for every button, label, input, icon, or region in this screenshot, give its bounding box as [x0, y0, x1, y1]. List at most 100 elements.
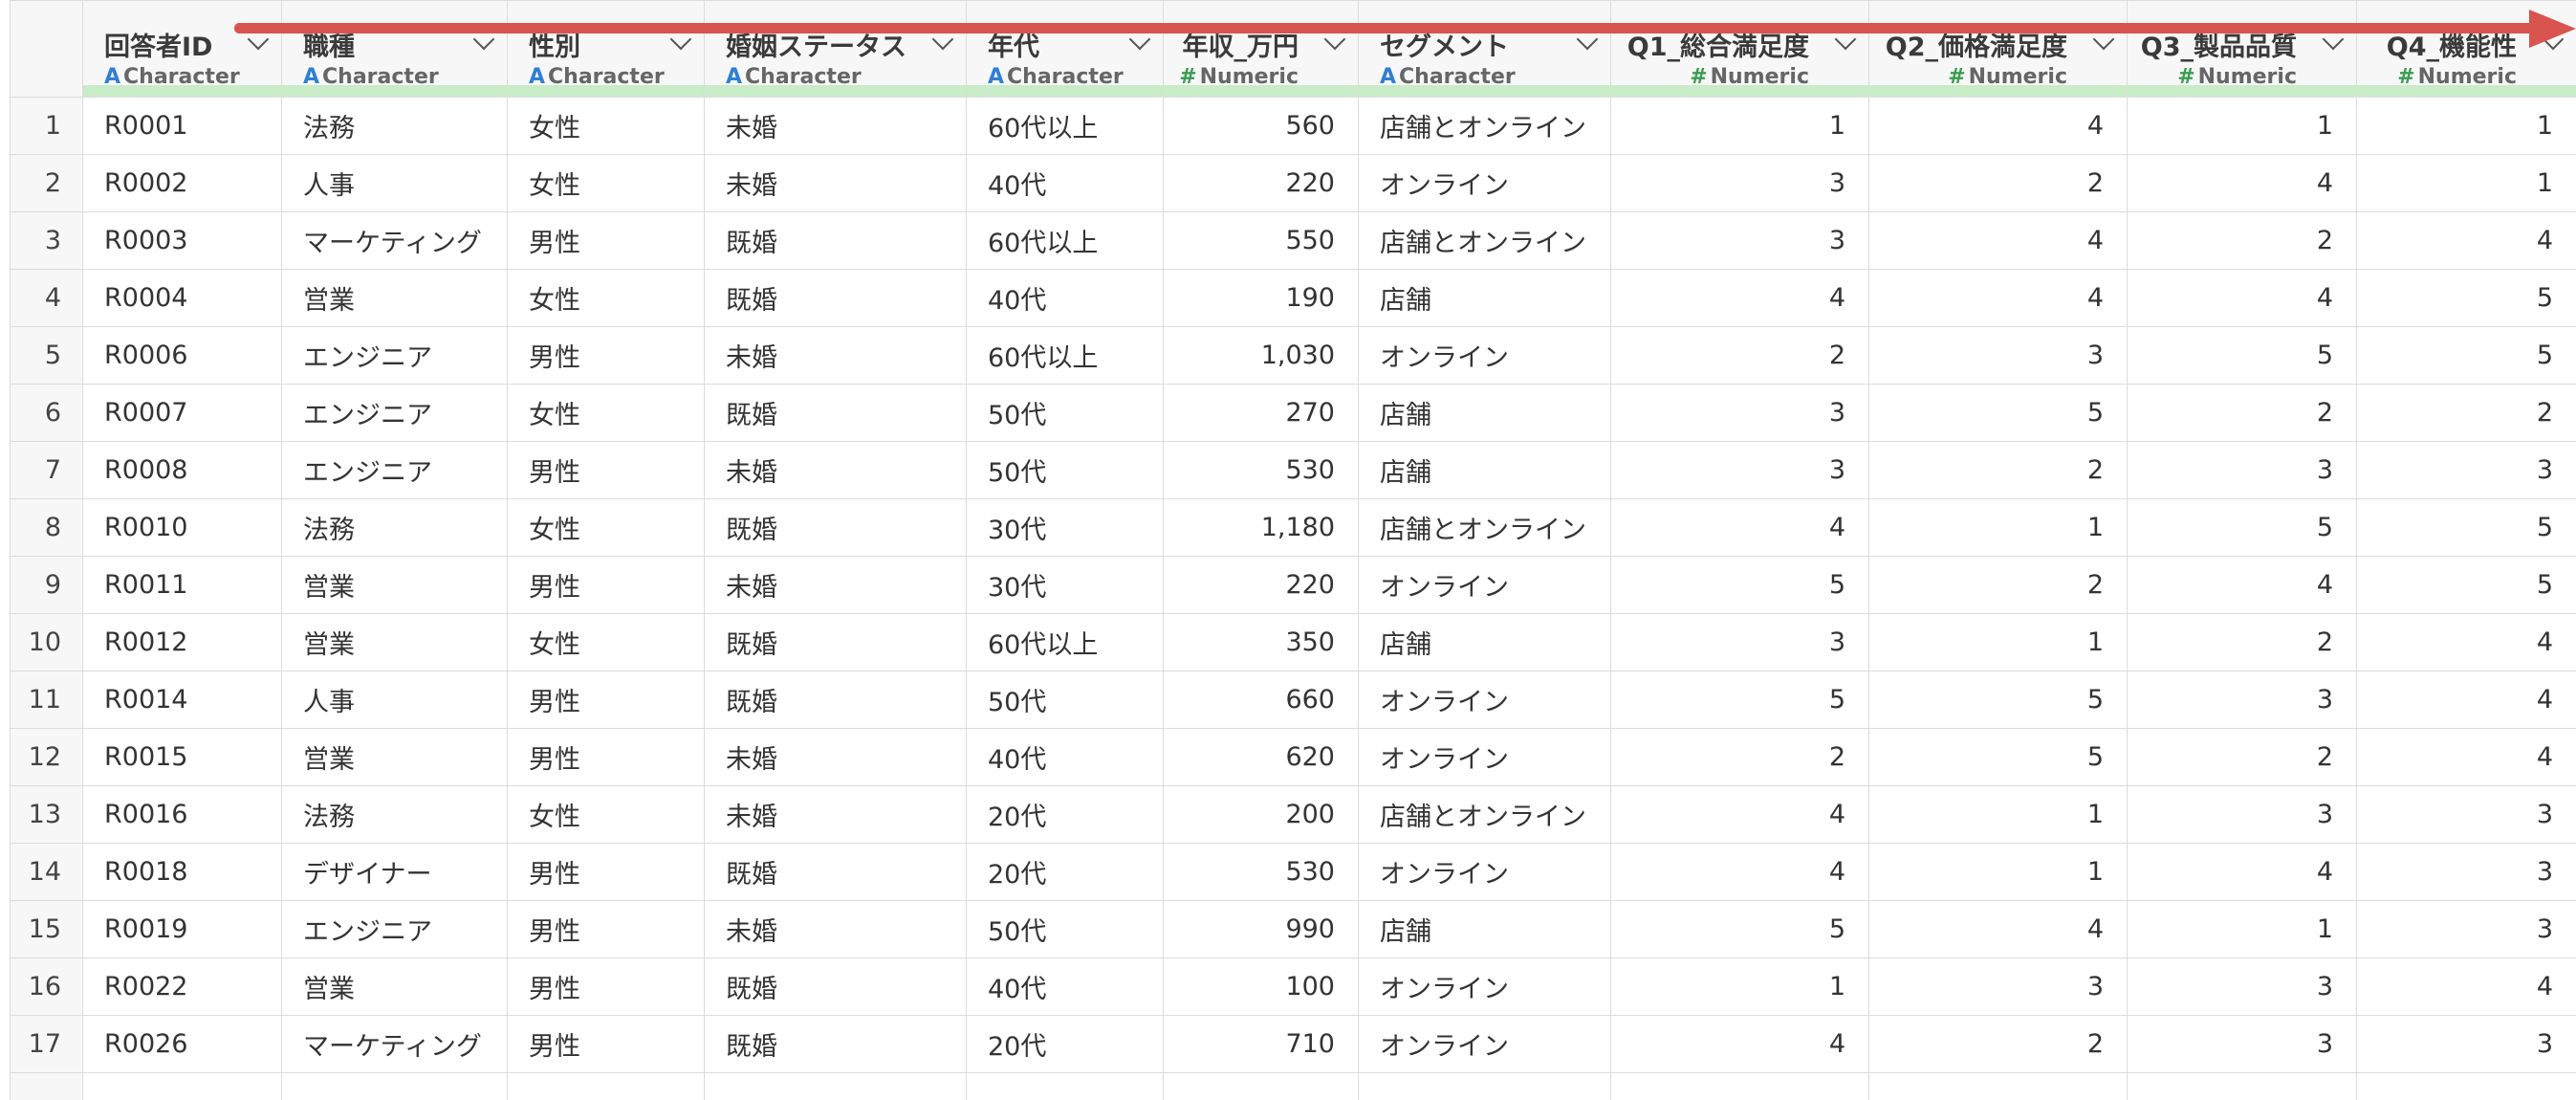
table-cell[interactable]: 1	[1868, 498, 2128, 557]
table-cell[interactable]: 30代	[966, 498, 1164, 557]
table-cell[interactable]: R0008	[82, 441, 282, 499]
table-cell[interactable]: 既婚	[704, 211, 967, 270]
table-row[interactable]: 16 R0022 営業 男性 既婚 40代 100 オンライン 1 3 3 4	[10, 957, 2576, 1016]
table-cell[interactable]: 5	[2356, 326, 2576, 385]
table-cell[interactable]: 5	[1868, 671, 2128, 729]
table-cell[interactable]: 店舗とオンライン	[1358, 785, 1611, 844]
table-cell[interactable]: 3	[2127, 671, 2357, 729]
table-cell[interactable]: 営業	[281, 613, 508, 671]
table-cell[interactable]: 5	[1868, 384, 2128, 442]
table-cell[interactable]: 女性	[507, 785, 705, 844]
table-cell[interactable]: 50代	[966, 671, 1164, 729]
table-cell[interactable]: 営業	[281, 728, 508, 786]
table-cell[interactable]: 350	[1163, 613, 1359, 671]
table-cell[interactable]: 男性	[507, 211, 705, 270]
table-cell[interactable]: 3	[2127, 1015, 2357, 1073]
table-cell[interactable]: 女性	[507, 154, 705, 212]
table-row[interactable]: 9 R0011 営業 男性 未婚 30代 220 オンライン 5 2 4 5	[10, 556, 2576, 614]
table-cell[interactable]: 4	[1610, 1015, 1869, 1073]
table-cell[interactable]: 40代	[966, 728, 1164, 786]
table-cell[interactable]: 女性	[507, 97, 705, 155]
table-cell[interactable]: 女性	[507, 384, 705, 442]
table-row[interactable]: 12 R0015 営業 男性 未婚 40代 620 オンライン 2 5 2 4	[10, 728, 2576, 786]
table-cell[interactable]	[1610, 1072, 1869, 1100]
table-cell[interactable]: 店舗とオンライン	[1358, 211, 1611, 270]
table-cell[interactable]	[1358, 1072, 1611, 1100]
table-cell[interactable]: R0026	[82, 1015, 282, 1073]
table-cell[interactable]: 710	[1163, 1015, 1359, 1073]
table-cell[interactable]: 3	[1610, 613, 1869, 671]
table-cell[interactable]	[507, 1072, 705, 1100]
table-row[interactable]: 13 R0016 法務 女性 未婚 20代 200 店舗とオンライン 4 1 3 3	[10, 785, 2576, 844]
table-cell[interactable]: 60代以上	[966, 326, 1164, 385]
table-cell[interactable]: 既婚	[704, 843, 967, 901]
table-cell[interactable]: オンライン	[1358, 728, 1611, 786]
table-cell[interactable]: 5	[2356, 556, 2576, 614]
table-cell[interactable]: 4	[2356, 211, 2576, 270]
table-cell[interactable]: 店舗	[1358, 269, 1611, 327]
table-cell[interactable]: R0018	[82, 843, 282, 901]
table-cell[interactable]: 男性	[507, 326, 705, 385]
table-cell[interactable]: 5	[1610, 671, 1869, 729]
table-cell[interactable]: 女性	[507, 613, 705, 671]
table-row[interactable]: 10 R0012 営業 女性 既婚 60代以上 350 店舗 3 1 2 4	[10, 613, 2576, 671]
table-cell[interactable]: 女性	[507, 269, 705, 327]
table-cell[interactable]	[704, 1072, 967, 1100]
table-cell[interactable]: 2	[2356, 384, 2576, 442]
table-cell[interactable]: 4	[1868, 900, 2128, 958]
table-cell[interactable]: 人事	[281, 154, 508, 212]
table-cell[interactable]: 50代	[966, 441, 1164, 499]
table-cell[interactable]: 法務	[281, 785, 508, 844]
table-cell[interactable]: 200	[1163, 785, 1359, 844]
table-cell[interactable]: 5	[2356, 269, 2576, 327]
table-cell[interactable]: R0003	[82, 211, 282, 270]
table-cell[interactable]: 店舗	[1358, 441, 1611, 499]
table-cell[interactable]: 未婚	[704, 556, 967, 614]
table-cell[interactable]: 5	[1610, 556, 1869, 614]
table-cell[interactable]: エンジニア	[281, 384, 508, 442]
table-cell[interactable]: オンライン	[1358, 1015, 1611, 1073]
table-cell[interactable]: 既婚	[704, 498, 967, 557]
table-cell[interactable]: 5	[2356, 498, 2576, 557]
table-cell[interactable]: 1,180	[1163, 498, 1359, 557]
table-cell[interactable]: 4	[1868, 211, 2128, 270]
table-cell[interactable]: 店舗とオンライン	[1358, 498, 1611, 557]
table-cell[interactable]: R0007	[82, 384, 282, 442]
table-cell[interactable]	[281, 1072, 508, 1100]
table-cell[interactable]: 20代	[966, 785, 1164, 844]
table-row[interactable]: 6 R0007 エンジニア 女性 既婚 50代 270 店舗 3 5 2 2	[10, 384, 2576, 442]
table-cell[interactable]: 2	[1868, 154, 2128, 212]
table-cell[interactable]: 1	[1868, 613, 2128, 671]
table-cell[interactable]: 未婚	[704, 326, 967, 385]
table-row-partial[interactable]	[10, 1072, 2576, 1100]
table-cell[interactable]: 4	[1868, 97, 2128, 155]
table-row[interactable]: 3 R0003 マーケティング 男性 既婚 60代以上 550 店舗とオンライン 3 4 2 4	[10, 211, 2576, 270]
table-cell[interactable]: 営業	[281, 957, 508, 1016]
table-cell[interactable]: R0002	[82, 154, 282, 212]
table-cell[interactable]: 女性	[507, 498, 705, 557]
table-cell[interactable]: 4	[2356, 613, 2576, 671]
table-cell[interactable]: デザイナー	[281, 843, 508, 901]
table-cell[interactable]: 男性	[507, 843, 705, 901]
table-cell[interactable]: 20代	[966, 1015, 1164, 1073]
table-cell[interactable]: 4	[2127, 269, 2357, 327]
table-cell[interactable]: 100	[1163, 957, 1359, 1016]
table-cell[interactable]: 3	[1868, 957, 2128, 1016]
table-cell[interactable]: 5	[1610, 900, 1869, 958]
table-cell[interactable]: 50代	[966, 384, 1164, 442]
table-cell[interactable]: 法務	[281, 97, 508, 155]
table-cell[interactable]: エンジニア	[281, 326, 508, 385]
table-cell[interactable]: 3	[2356, 900, 2576, 958]
table-cell[interactable]: 60代以上	[966, 97, 1164, 155]
table-cell[interactable]: オンライン	[1358, 671, 1611, 729]
table-cell[interactable]: 男性	[507, 1015, 705, 1073]
table-cell[interactable]: オンライン	[1358, 326, 1611, 385]
table-cell[interactable]: 270	[1163, 384, 1359, 442]
table-cell[interactable]: 営業	[281, 556, 508, 614]
table-cell[interactable]: 2	[2127, 211, 2357, 270]
table-cell[interactable]: 既婚	[704, 1015, 967, 1073]
table-cell[interactable]: 1	[2127, 900, 2357, 958]
table-cell[interactable]: 530	[1163, 441, 1359, 499]
table-cell[interactable]: 4	[1610, 498, 1869, 557]
table-cell[interactable]: R0014	[82, 671, 282, 729]
